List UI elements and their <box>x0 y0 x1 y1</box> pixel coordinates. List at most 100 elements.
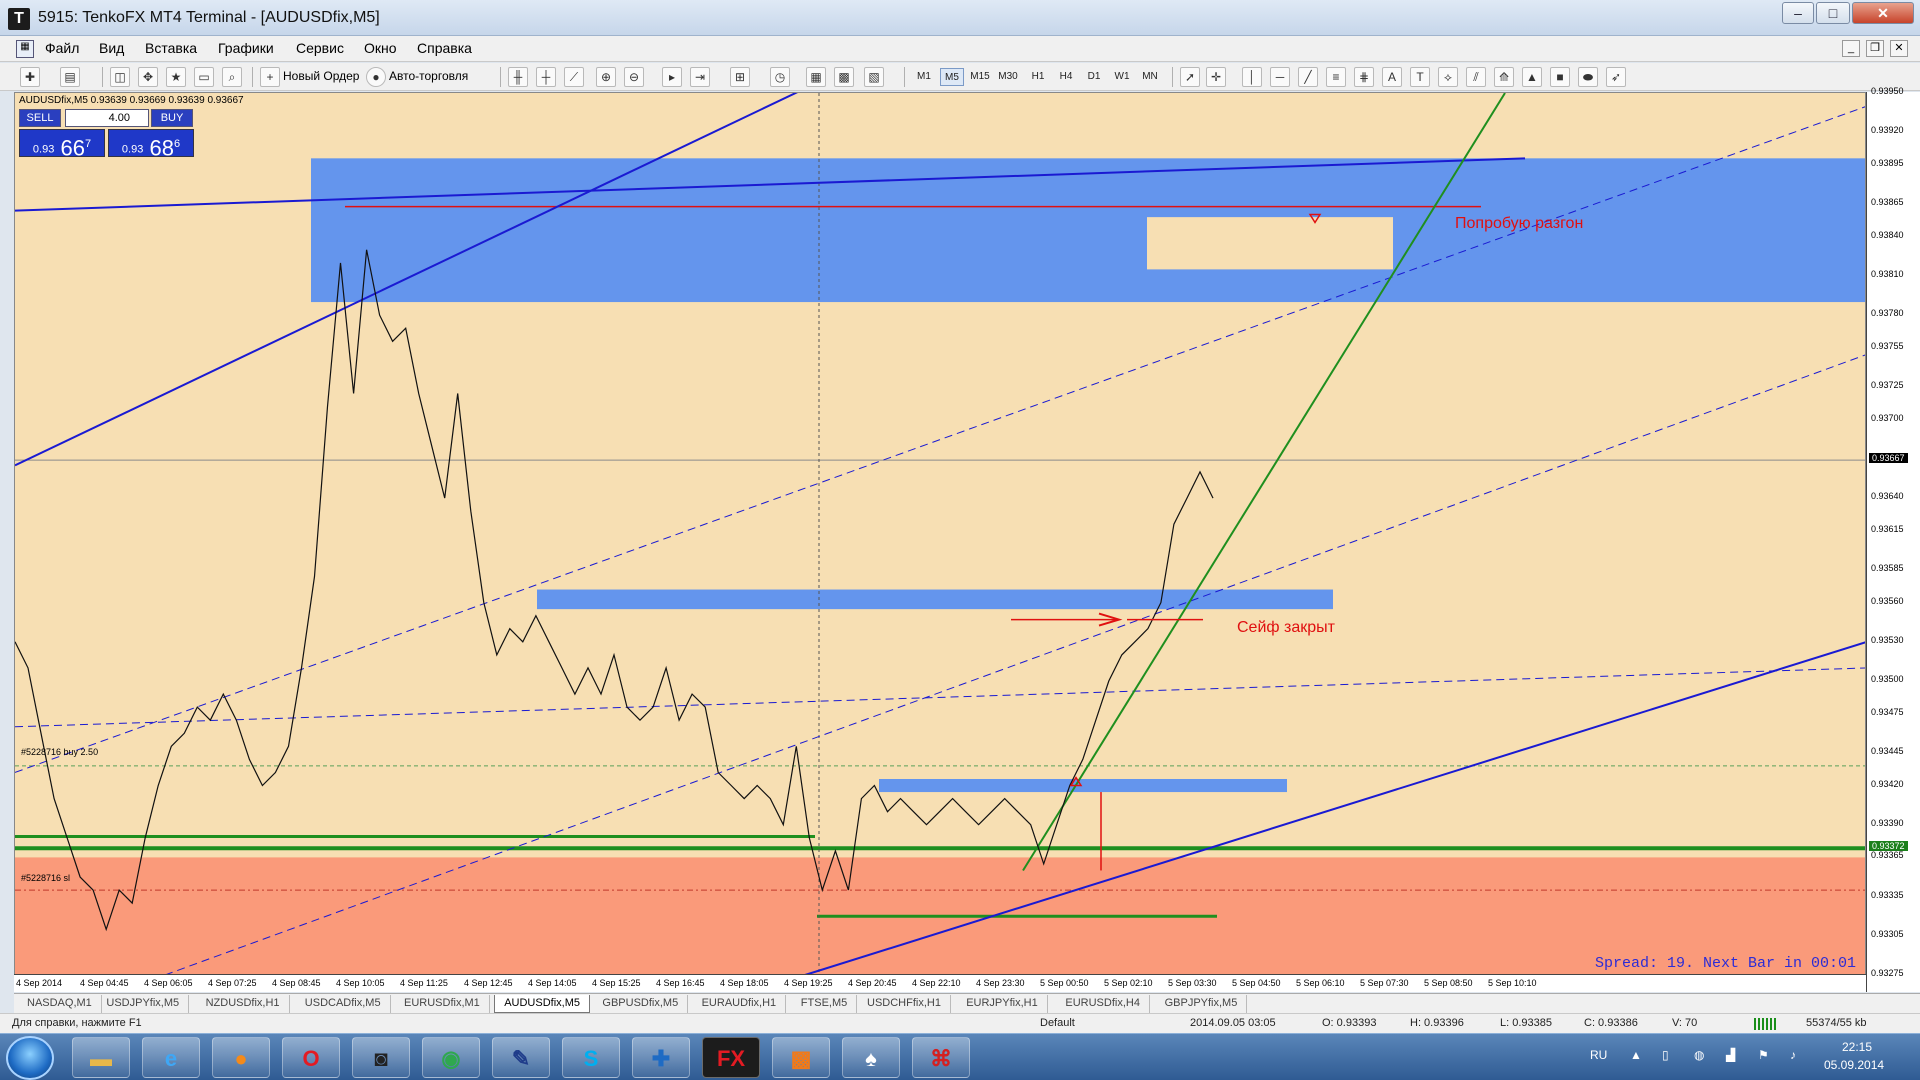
timeframe-w1[interactable]: W1 <box>1110 68 1134 86</box>
cursor-icon[interactable]: ➚ <box>1180 67 1200 87</box>
tile-windows-icon[interactable]: ▦ <box>806 67 826 87</box>
plus-icon[interactable]: ✚ <box>632 1037 690 1078</box>
tenko-icon[interactable]: FX <box>702 1037 760 1078</box>
auto-trading-button[interactable]: Авто-торговля <box>389 69 468 83</box>
ask-price[interactable]: 0.93 686 <box>108 129 194 160</box>
folder-icon[interactable]: ▬ <box>72 1037 130 1078</box>
title-bar[interactable]: T 5915: TenkoFX MT4 Terminal - [AUDUSDfi… <box>0 0 1920 36</box>
terminal-icon[interactable]: ▭ <box>194 67 214 87</box>
tray-network-icon[interactable]: ◍ <box>1694 1048 1704 1062</box>
chart-tab[interactable]: NZDUSDfix,H1 <box>197 995 290 1013</box>
tester-icon[interactable]: ⌕ <box>222 67 242 87</box>
arrows-icon[interactable]: ➶ <box>1606 67 1626 87</box>
trendline-icon[interactable]: ╱ <box>1298 67 1318 87</box>
status-profile[interactable]: Default <box>1040 1017 1075 1029</box>
line-chart-icon[interactable]: ⟋ <box>564 67 584 87</box>
profiles-icon[interactable]: ▤ <box>60 67 80 87</box>
lot-size-input[interactable]: 4.00 <box>65 109 149 127</box>
pdf-icon[interactable]: ⌘ <box>912 1037 970 1078</box>
tray-volume-icon[interactable]: ♪ <box>1790 1048 1796 1062</box>
child-close-icon[interactable]: ✕ <box>1890 40 1908 57</box>
text-label-icon[interactable]: T <box>1410 67 1430 87</box>
timeframe-h4[interactable]: H4 <box>1054 68 1078 86</box>
camera-icon[interactable]: ◙ <box>352 1037 410 1078</box>
menu-view[interactable]: Вид <box>99 40 124 56</box>
firefox-icon[interactable]: ● <box>212 1037 270 1078</box>
chart-tab[interactable]: EURUSDfix,M1 <box>395 995 490 1013</box>
tray-flag-icon[interactable]: ⚑ <box>1758 1048 1769 1062</box>
chart-tab[interactable]: EURUSDfix,H4 <box>1056 995 1150 1013</box>
horizontal-line-icon[interactable]: ─ <box>1270 67 1290 87</box>
chrome-icon[interactable]: ◉ <box>422 1037 480 1078</box>
rectangle-icon[interactable]: ■ <box>1550 67 1570 87</box>
favorites-icon[interactable]: ★ <box>166 67 186 87</box>
chart-tab[interactable]: EURAUDfix,H1 <box>693 995 787 1013</box>
templates-icon[interactable]: ▩ <box>834 67 854 87</box>
pen-icon[interactable]: ✎ <box>492 1037 550 1078</box>
zoom-in-icon[interactable]: ⊕ <box>596 67 616 87</box>
chart-tab[interactable]: GBPJPYfix,M5 <box>1156 995 1248 1013</box>
child-restore-icon[interactable]: ❐ <box>1866 40 1884 57</box>
autoscroll-icon[interactable]: ▸ <box>662 67 682 87</box>
new-order-button[interactable]: Новый Ордер <box>283 69 359 83</box>
buy-button[interactable]: BUY <box>151 109 193 127</box>
minimize-button[interactable]: – <box>1782 2 1814 24</box>
chart-tab[interactable]: USDCHFfix,H1 <box>858 995 951 1013</box>
menu-help[interactable]: Справка <box>417 40 472 56</box>
chart-tab[interactable]: GBPUSDfix,M5 <box>593 995 689 1013</box>
clock-date[interactable]: 05.09.2014 <box>1824 1058 1884 1072</box>
child-minimize-icon[interactable]: _ <box>1842 40 1860 57</box>
pitchfork-icon[interactable]: ⫽ <box>1466 67 1486 87</box>
periods-icon[interactable]: ◷ <box>770 67 790 87</box>
bar-chart-icon[interactable]: ╫ <box>508 67 528 87</box>
chart-shift-icon[interactable]: ⇥ <box>690 67 710 87</box>
crosshair-icon[interactable]: ✛ <box>1206 67 1226 87</box>
tray-arrow-icon[interactable]: ▲ <box>1630 1048 1642 1062</box>
vertical-line-icon[interactable]: │ <box>1242 67 1262 87</box>
opera-icon[interactable]: O <box>282 1037 340 1078</box>
templates2-icon[interactable]: ▧ <box>864 67 884 87</box>
bid-price[interactable]: 0.93 667 <box>19 129 105 160</box>
menu-charts[interactable]: Графики <box>218 40 274 56</box>
cards-icon[interactable]: ♠ <box>842 1037 900 1078</box>
chart-tab[interactable]: USDCADfix,M5 <box>296 995 391 1013</box>
language-indicator[interactable]: RU <box>1590 1048 1607 1062</box>
timeframe-mn[interactable]: MN <box>1138 68 1162 86</box>
chart-tab[interactable]: FTSE,M5 <box>792 995 858 1013</box>
channel-icon[interactable]: ≡ <box>1326 67 1346 87</box>
chart-tab[interactable]: USDJPYfix,M5 <box>97 995 190 1013</box>
gann-icon[interactable]: ⟡ <box>1438 67 1458 87</box>
timeframe-m5[interactable]: M5 <box>940 68 964 86</box>
menu-window[interactable]: Окно <box>364 40 397 56</box>
menu-file[interactable]: Файл <box>45 40 79 56</box>
ellipse-icon[interactable]: ⬬ <box>1578 67 1598 87</box>
new-order-icon[interactable]: + <box>260 67 280 87</box>
market-watch-icon[interactable]: ◫ <box>110 67 130 87</box>
new-chart-icon[interactable]: ✚ <box>20 67 40 87</box>
triangle-icon[interactable]: ▲ <box>1522 67 1542 87</box>
tray-device-icon[interactable]: ▯ <box>1662 1048 1669 1062</box>
ie-icon[interactable]: e <box>142 1037 200 1078</box>
start-button[interactable] <box>6 1036 54 1080</box>
navigator-icon[interactable]: ✥ <box>138 67 158 87</box>
chart-canvas[interactable] <box>15 93 1866 975</box>
auto-trading-icon[interactable]: ● <box>366 67 386 87</box>
timeframe-d1[interactable]: D1 <box>1082 68 1106 86</box>
menu-tools[interactable]: Сервис <box>296 40 344 56</box>
skype-icon[interactable]: S <box>562 1037 620 1078</box>
chart-area[interactable]: AUDUSDfix,M5 0.93639 0.93669 0.93639 0.9… <box>14 92 1866 992</box>
timeframe-m15[interactable]: M15 <box>968 68 992 86</box>
document-icon[interactable]: ▦ <box>16 40 34 58</box>
fan-icon[interactable]: ⟰ <box>1494 67 1514 87</box>
zoom-out-icon[interactable]: ⊖ <box>624 67 644 87</box>
sell-button[interactable]: SELL <box>19 109 61 127</box>
chart-tab[interactable]: AUDUSDfix,M5 <box>494 995 590 1013</box>
chart-tab[interactable]: NASDAQ,M1 <box>18 995 102 1013</box>
paint-icon[interactable]: ▩ <box>772 1037 830 1078</box>
timeframe-h1[interactable]: H1 <box>1026 68 1050 86</box>
timeframe-m30[interactable]: M30 <box>996 68 1020 86</box>
close-button[interactable]: ✕ <box>1852 2 1914 24</box>
text-icon[interactable]: A <box>1382 67 1402 87</box>
fibo-icon[interactable]: ⋕ <box>1354 67 1374 87</box>
timeframe-m1[interactable]: M1 <box>912 68 936 86</box>
